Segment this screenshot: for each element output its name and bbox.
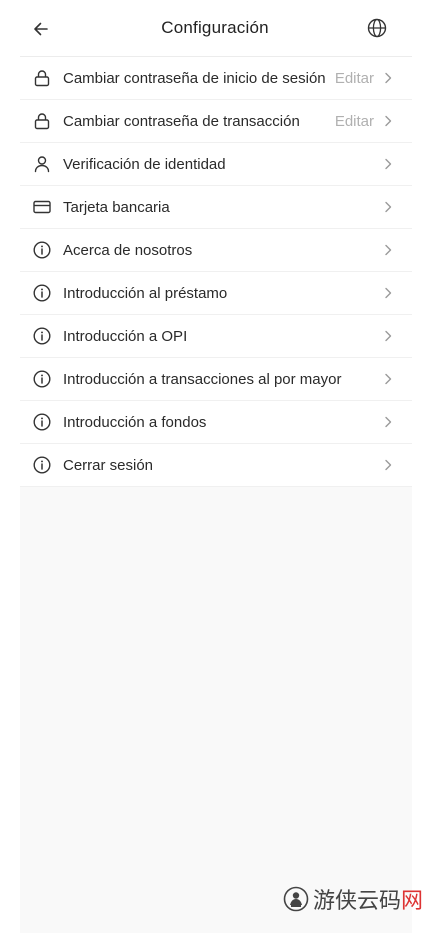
menu-item-label: Cambiar contraseña de transacción (63, 112, 300, 130)
chevron-right-icon (383, 114, 393, 128)
menu-item-ipo-intro[interactable]: Introducción a OPI (20, 315, 412, 358)
watermark: 游侠云码网 (283, 884, 423, 914)
info-icon (32, 326, 52, 346)
menu-item-label: Introducción a OPI (63, 327, 188, 345)
chevron-right-icon (383, 458, 393, 472)
chevron-right-icon (383, 286, 393, 300)
language-button[interactable] (364, 15, 390, 41)
arrow-left-icon (34, 22, 48, 36)
menu-item-about-us[interactable]: Acerca de nosotros (20, 229, 412, 272)
menu-item-login-password[interactable]: Cambiar contraseña de inicio de sesión E… (20, 57, 412, 100)
menu-item-label: Tarjeta bancaria (63, 198, 170, 216)
info-icon (32, 369, 52, 389)
menu-item-identity-verification[interactable]: Verificación de identidad (20, 143, 412, 186)
info-icon (32, 283, 52, 303)
info-icon (32, 240, 52, 260)
chevron-right-icon (383, 372, 393, 386)
menu-item-bank-card[interactable]: Tarjeta bancaria (20, 186, 412, 229)
chevron-right-icon (383, 329, 393, 343)
page-title: Configuración (161, 18, 269, 37)
edit-link[interactable]: Editar (335, 70, 374, 87)
menu-item-logout[interactable]: Cerrar sesión (20, 444, 412, 487)
menu-item-label: Introducción a transacciones al por mayo… (63, 370, 342, 388)
menu-item-funds-intro[interactable]: Introducción a fondos (20, 401, 412, 444)
menu-item-label: Introducción al préstamo (63, 284, 228, 302)
watermark-logo-icon (283, 886, 309, 912)
chevron-right-icon (383, 415, 393, 429)
settings-panel: Cambiar contraseña de inicio de sesión E… (20, 56, 412, 933)
watermark-text: 游侠云码网 (313, 889, 424, 914)
user-icon (32, 154, 52, 174)
chevron-right-icon (383, 71, 393, 85)
info-icon (32, 455, 52, 475)
menu-item-transaction-password[interactable]: Cambiar contraseña de transacción Editar (20, 100, 412, 143)
lock-icon (32, 111, 52, 131)
chevron-right-icon (383, 200, 393, 214)
lock-icon (32, 68, 52, 88)
back-button[interactable] (28, 16, 54, 42)
globe-icon (367, 18, 387, 38)
edit-link[interactable]: Editar (335, 113, 374, 130)
info-icon (32, 412, 52, 432)
menu-item-label: Introducción a fondos (63, 413, 207, 431)
chevron-right-icon (383, 157, 393, 171)
menu-item-label: Cerrar sesión (63, 456, 154, 474)
settings-list: Cambiar contraseña de inicio de sesión E… (20, 57, 412, 487)
menu-item-label: Acerca de nosotros (63, 241, 193, 259)
menu-item-wholesale-intro[interactable]: Introducción a transacciones al por mayo… (20, 358, 412, 401)
chevron-right-icon (383, 243, 393, 257)
menu-item-loan-intro[interactable]: Introducción al préstamo (20, 272, 412, 315)
top-bar: Configuración (0, 0, 430, 56)
menu-item-label: Verificación de identidad (63, 155, 226, 173)
card-icon (32, 197, 52, 217)
menu-item-label: Cambiar contraseña de inicio de sesión (63, 69, 326, 87)
